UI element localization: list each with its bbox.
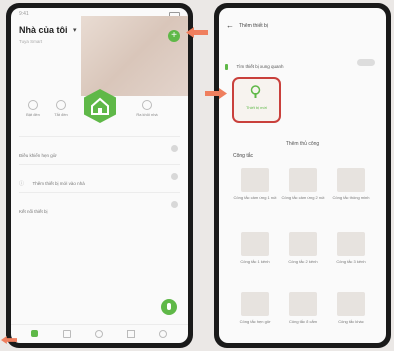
quick-action-3[interactable]: Ra khỏi nhà [131,100,163,117]
device-label: Công tắc thông minh [332,195,370,200]
switch-icon [289,232,317,256]
close-icon[interactable] [171,173,178,180]
smart-home-logo [83,88,117,129]
quick-action-label: Ra khỏi nhà [136,112,158,117]
device-tile[interactable]: Công tắc cảm ứng 1 nút [233,168,277,200]
quick-action-1[interactable]: Bật đèn [21,100,45,117]
switch-icon [241,232,269,256]
nav-shop[interactable] [127,330,135,338]
nav-profile[interactable] [159,330,167,338]
profile-icon [159,330,167,338]
divider [19,164,180,165]
voice-assistant-button[interactable] [161,299,177,315]
discover-text: Tìm thiết bị xung quanh [236,64,284,70]
annotation-arrow-home [1,336,17,344]
back-arrow-icon[interactable]: ← [226,21,234,30]
switch-icon [337,292,365,316]
annotation-arrow-add [186,27,208,38]
bluetooth-icon [225,63,228,70]
switch-icon [241,168,269,192]
device-label: Công tắc 1 kênh [240,259,270,264]
home-title[interactable]: Nhà của tôi [19,25,68,35]
device-tile[interactable]: Công tắc 1 kênh [233,232,277,264]
device-tile[interactable]: Công tắc 2 kênh [281,232,325,264]
quick-action-label: Bật đèn [26,112,40,117]
status-time: 9:41 [19,11,29,17]
switch-icon [289,168,317,192]
bottom-nav-divider [11,324,188,325]
device-label: Công tắc cảm ứng 1 nút [233,195,277,200]
left-screen: 9:41 Nhà của tôi ▾ Tuya Smart + Bật đèn … [11,8,188,343]
right-phone: ← Thêm thiết bị Tìm thiết bị xung quanh … [214,3,391,348]
list-item-label: Thêm thiết bị mới vào nhà [32,181,85,186]
smart-icon [95,330,103,338]
row-toggle-icon[interactable] [171,145,178,152]
device-tile[interactable]: Công tắc 3 kênh [329,232,373,264]
divider [19,136,180,137]
category-label: Công tắc [233,153,254,159]
device-label: Công tắc 2 kênh [288,259,318,264]
switch-icon [241,292,269,316]
device-tile[interactable]: Công tắc cảm ứng 2 nút [281,168,325,200]
new-device-label: Thiết bị mới [245,105,268,110]
annotation-arrow-device [205,88,227,99]
switch-icon [289,292,317,316]
nav-home[interactable] [31,330,39,338]
row-toggle-icon[interactable] [171,201,178,208]
add-device-button[interactable]: + [168,30,180,42]
new-device-icon [249,85,262,99]
microphone-icon [167,303,171,310]
light-on-icon [28,100,38,110]
new-device-card[interactable]: Thiết bị mới [232,77,281,123]
device-label: Công tắc cảm ứng 2 nút [281,195,325,200]
device-tile[interactable]: Công tắc thông minh [329,168,373,200]
home-icon [31,330,38,337]
section-title: Thêm thủ công [285,141,320,147]
home-subtitle: Tuya Smart [19,39,43,44]
divider [19,192,180,193]
quick-action-label: Tắt đèn [54,112,68,117]
left-phone: 9:41 Nhà của tôi ▾ Tuya Smart + Bật đèn … [6,3,193,348]
scene-icon [63,330,71,338]
light-off-icon [56,100,66,110]
list-item[interactable]: ⓘ Thêm thiết bị mới vào nhà [19,172,180,187]
device-label: Công tắc khác [338,319,364,324]
right-screen: ← Thêm thiết bị Tìm thiết bị xung quanh … [219,8,386,343]
device-tile[interactable]: Công tắc hẹn giờ [233,292,277,324]
page-title: Thêm thiết bị [239,23,268,29]
quick-action-2[interactable]: Tắt đèn [49,100,73,117]
device-label: Công tắc 3 kênh [336,259,366,264]
info-icon: ⓘ [19,181,25,187]
header-photo [81,16,188,96]
discover-toggle-button[interactable] [357,59,375,66]
list-item[interactable]: Kết nối thiết bị [19,200,180,214]
switch-icon [337,168,365,192]
shop-icon [127,330,135,338]
nav-smart[interactable] [95,330,103,338]
list-item-label: Kết nối thiết bị [19,209,48,214]
device-tile[interactable]: Công tắc khác [329,292,373,324]
list-item[interactable]: Điều khiển hẹn giờ [19,144,180,158]
switch-icon [337,232,365,256]
nav-scene[interactable] [63,330,71,338]
device-label: Công tắc hẹn giờ [239,319,271,324]
leave-home-icon [142,100,152,110]
device-label: Công tắc ổ cắm [288,319,317,324]
device-tile[interactable]: Công tắc ổ cắm [281,292,325,324]
list-item-label: Điều khiển hẹn giờ [19,153,57,158]
chevron-down-icon[interactable]: ▾ [73,26,77,34]
